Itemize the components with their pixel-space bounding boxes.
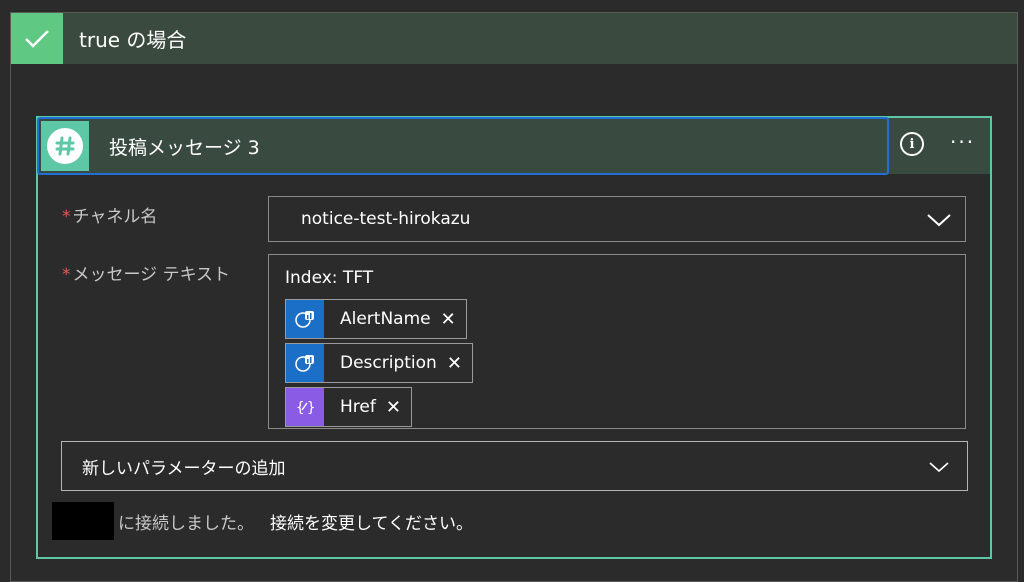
azure-monitor-icon bbox=[286, 300, 324, 338]
token-label: Description bbox=[340, 353, 437, 373]
remove-token-icon[interactable]: ✕ bbox=[386, 397, 401, 418]
message-text: Index: TFT bbox=[285, 268, 374, 288]
slack-icon bbox=[41, 121, 89, 171]
condition-header[interactable]: true の場合 bbox=[11, 13, 1017, 64]
post-message-action-card: 投稿メッセージ 3 i ··· * チャネル名 notice-test-hirok… bbox=[36, 116, 992, 559]
redacted-account bbox=[52, 502, 114, 540]
message-text-input[interactable]: Index: TFT AlertName ✕ Description ✕ {}… bbox=[268, 254, 966, 429]
action-header-title-area[interactable]: 投稿メッセージ 3 bbox=[37, 117, 889, 175]
chevron-down-icon[interactable] bbox=[929, 457, 949, 477]
action-title[interactable]: 投稿メッセージ 3 bbox=[109, 133, 260, 160]
check-icon bbox=[11, 13, 63, 64]
connection-info: に接続しました。 接続を変更してください。 bbox=[52, 502, 473, 540]
required-mark: * bbox=[62, 265, 71, 285]
add-parameter-label: 新しいパラメーターの追加 bbox=[82, 458, 286, 479]
remove-token-icon[interactable]: ✕ bbox=[441, 309, 456, 330]
condition-title: true の場合 bbox=[79, 28, 187, 52]
channel-select[interactable]: notice-test-hirokazu bbox=[268, 196, 966, 242]
token-label: AlertName bbox=[340, 309, 431, 329]
connection-status: に接続しました。 bbox=[118, 513, 254, 534]
action-header[interactable]: 投稿メッセージ 3 i ··· bbox=[37, 117, 990, 175]
chevron-down-icon[interactable] bbox=[927, 208, 951, 232]
svg-text:}: } bbox=[307, 400, 315, 416]
add-parameter-dropdown[interactable]: 新しいパラメーターの追加 bbox=[61, 441, 968, 491]
token-label: Href bbox=[340, 397, 376, 417]
token-href[interactable]: { } Href ✕ bbox=[285, 387, 412, 427]
info-icon[interactable]: i bbox=[900, 132, 924, 156]
more-options-button[interactable]: ··· bbox=[950, 130, 975, 154]
required-mark: * bbox=[62, 207, 71, 227]
condition-branch-true: true の場合 投稿メッセージ 3 i ··· * チャネル名 notice-… bbox=[10, 12, 1018, 582]
message-field-label: * メッセージ テキスト bbox=[62, 265, 231, 285]
expression-icon: { } bbox=[286, 388, 324, 426]
token-alertname[interactable]: AlertName ✕ bbox=[285, 299, 467, 339]
change-connection-link[interactable]: 接続を変更してください。 bbox=[270, 509, 473, 534]
channel-value: notice-test-hirokazu bbox=[301, 209, 471, 229]
azure-monitor-icon bbox=[286, 344, 324, 382]
channel-field-label: * チャネル名 bbox=[62, 207, 158, 227]
token-description[interactable]: Description ✕ bbox=[285, 343, 473, 383]
remove-token-icon[interactable]: ✕ bbox=[447, 353, 462, 374]
